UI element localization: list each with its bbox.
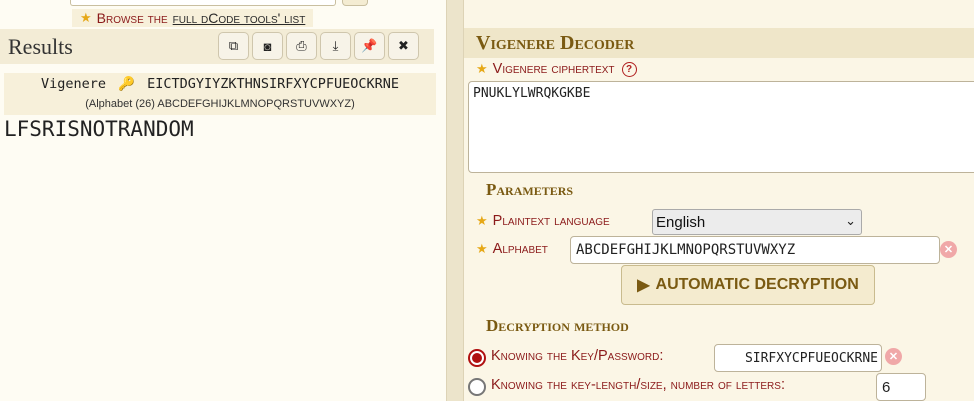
alphabet-label-row: ★ Alphabet — [476, 241, 548, 257]
close-icon: ✖ — [398, 38, 409, 53]
language-label-row: ★ Plaintext language — [476, 213, 610, 229]
result-method: Vigenere — [40, 76, 106, 92]
browse-tools-line: ★ Browse the full dCode tools' list — [72, 9, 314, 27]
decryption-method-heading: Decryption method — [486, 316, 629, 335]
close-results-button[interactable]: ✖ — [388, 32, 419, 60]
star-icon: ★ — [80, 10, 92, 25]
key-icon: 🔑 — [118, 76, 135, 92]
play-icon: ▶ — [637, 277, 650, 294]
results-panel: ★ Browse the full dCode tools' list Resu… — [0, 0, 446, 401]
download-icon: ⤓ — [332, 38, 339, 53]
result-key: EICTDGYIYZKTHNSIRFXYCPFUEOCKRNE — [147, 76, 400, 92]
panel-divider[interactable] — [446, 0, 464, 401]
browse-prefix: Browse the — [96, 10, 168, 26]
print-button[interactable]: ⎙ — [286, 32, 317, 60]
print-icon: ⎙ — [296, 38, 307, 53]
tool-search-button[interactable] — [342, 0, 368, 6]
screenshot-button[interactable]: ◙ — [252, 32, 283, 60]
length-option-label[interactable]: Knowing the key-length/size, number of l… — [491, 377, 785, 393]
result-key-box: Vigenere 🔑 EICTDGYIYZKTHNSIRFXYCPFUEOCKR… — [4, 73, 436, 115]
clear-key-icon[interactable]: ✕ — [885, 348, 902, 365]
results-header: Results ⧉ ◙ ⎙ ⤓ 📌 ✖ — [0, 29, 434, 64]
star-icon: ★ — [476, 61, 488, 76]
decoder-panel: Vigenere Decoder ★ Vigenere ciphertext ?… — [464, 0, 974, 401]
star-icon: ★ — [476, 241, 488, 256]
clear-alphabet-icon[interactable]: ✕ — [940, 241, 957, 258]
key-length-input[interactable]: 6 — [876, 373, 926, 401]
ciphertext-textarea[interactable]: PNUKLYLWRQKGKBE — [468, 81, 974, 173]
key-option-label[interactable]: Knowing the Key/Password: — [491, 348, 663, 364]
star-icon: ★ — [476, 213, 488, 228]
camera-icon: ◙ — [263, 38, 272, 54]
decoder-header: Vigenere Decoder — [464, 28, 974, 58]
language-label: Plaintext language — [492, 213, 610, 229]
pin-icon: 📌 — [361, 38, 378, 53]
tool-search-input[interactable] — [70, 0, 336, 6]
key-input[interactable]: SIRFXYCPFUEOCKRNE — [714, 344, 882, 372]
decrypted-plaintext: LFSRISNOTRANDOM — [4, 117, 194, 141]
key-length-method-radio[interactable] — [468, 378, 486, 396]
decoder-title: Vigenere Decoder — [476, 32, 635, 54]
automatic-decryption-button[interactable]: ▶ AUTOMATIC DECRYPTION — [621, 265, 875, 305]
chevron-down-icon: ⌄ — [845, 213, 856, 228]
automatic-decryption-label: AUTOMATIC DECRYPTION — [655, 276, 859, 293]
language-select[interactable]: English ⌄ — [652, 209, 862, 235]
key-method-radio[interactable] — [468, 349, 486, 367]
results-title: Results — [8, 34, 73, 59]
result-key-line: Vigenere 🔑 EICTDGYIYZKTHNSIRFXYCPFUEOCKR… — [4, 76, 436, 92]
pin-button[interactable]: 📌 — [354, 32, 385, 60]
help-icon[interactable]: ? — [621, 61, 637, 77]
copy-icon: ⧉ — [228, 38, 239, 53]
result-alphabet-note: (Alphabet (26) ABCDEFGHIJKLMNOPQRSTUVWXY… — [85, 98, 355, 110]
ciphertext-label: Vigenere ciphertext — [492, 61, 615, 77]
top-strip: ★ Browse the full dCode tools' list — [0, 0, 446, 30]
download-button[interactable]: ⤓ — [320, 32, 351, 60]
ciphertext-label-row: ★ Vigenere ciphertext ? — [476, 61, 637, 77]
language-value: English — [656, 213, 706, 231]
key-value: SIRFXYCPFUEOCKRNE — [744, 350, 878, 366]
parameters-heading: Parameters — [486, 180, 574, 199]
copy-button[interactable]: ⧉ — [218, 32, 249, 60]
browse-tools-link[interactable]: full dCode tools' list — [173, 10, 306, 26]
alphabet-input[interactable]: ABCDEFGHIJKLMNOPQRSTUVWXYZ — [570, 236, 940, 264]
alphabet-label: Alphabet — [492, 241, 548, 257]
